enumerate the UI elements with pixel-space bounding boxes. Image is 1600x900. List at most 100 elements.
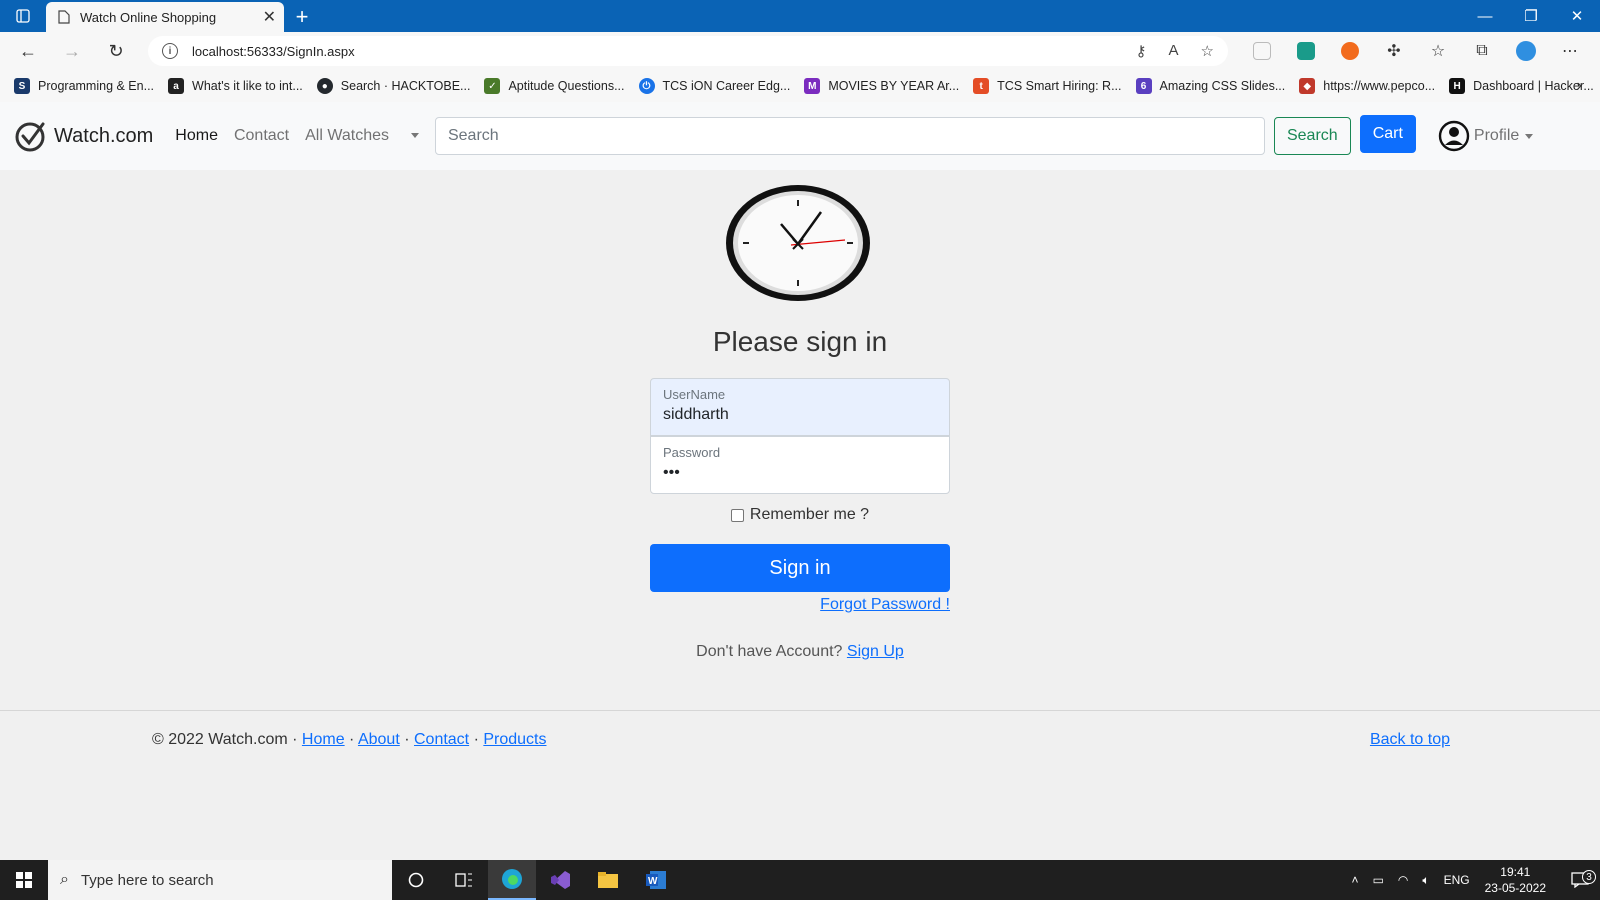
edge-browser-icon[interactable] [488, 860, 536, 900]
task-view-icon[interactable] [440, 860, 488, 900]
clock-date: 23-05-2022 [1484, 881, 1546, 895]
taskbar-apps: W [392, 860, 680, 900]
bookmark-9[interactable]: H Dashboard | Hacker... [1449, 78, 1594, 94]
tab-title: Watch Online Shopping [80, 9, 217, 25]
bookmark-5[interactable]: M MOVIES BY YEAR Ar... [804, 78, 959, 94]
add-favorite-icon[interactable]: ☆ [1201, 42, 1214, 60]
search-button[interactable]: Search [1273, 117, 1351, 155]
wifi-icon[interactable]: ◠ [1398, 873, 1408, 887]
signin-main: Please sign in UserName siddharth Passwo… [0, 170, 1600, 710]
bookmarks-bar: S Programming & En... a What's it like to … [0, 70, 1600, 102]
visual-studio-icon[interactable] [536, 860, 584, 900]
back-to-top-link[interactable]: Back to top [1370, 731, 1450, 749]
clock-time: 19:41 [1500, 865, 1531, 879]
tab-actions-icon[interactable] [0, 0, 46, 32]
read-aloud-icon[interactable]: A [1169, 42, 1179, 60]
notification-count: 3 [1582, 870, 1596, 884]
bookmark-label: Programming & En... [38, 79, 155, 93]
address-bar[interactable]: i localhost:56333/SignIn.aspx ⚷ A ☆ [148, 36, 1228, 66]
bookmark-6[interactable]: t TCS Smart Hiring: R... [973, 78, 1122, 94]
bookmark-4[interactable]: ⏻ TCS iON Career Edg... [638, 78, 790, 94]
bookmark-7[interactable]: 6 Amazing CSS Slides... [1135, 78, 1286, 94]
refresh-button[interactable]: ↻ [94, 33, 138, 69]
bookmark-label: Amazing CSS Slides... [1159, 79, 1286, 93]
chevron-right-icon[interactable]: › [1577, 77, 1582, 95]
settings-more-icon[interactable]: ⋯ [1548, 33, 1592, 69]
back-button[interactable]: ← [6, 33, 50, 69]
word-icon[interactable]: W [632, 860, 680, 900]
nav-home-link[interactable]: Home [175, 127, 218, 145]
extension-3-icon[interactable] [1328, 33, 1372, 69]
bookmark-label: What's it like to int... [192, 79, 303, 93]
password-key-icon[interactable]: ⚷ [1136, 42, 1147, 60]
remember-me-label[interactable]: Remember me ? [750, 506, 869, 524]
signup-prompt: Don't have Account? Sign Up [0, 643, 1600, 661]
windows-start-icon[interactable] [0, 860, 48, 900]
svg-text:W: W [648, 876, 658, 887]
browser-titlebar: Watch Online Shopping ✕ + — ❐ ✕ [0, 0, 1600, 32]
volume-icon[interactable]: 🔈︎ [1422, 873, 1429, 888]
taskbar-search-placeholder: Type here to search [80, 871, 214, 889]
extensions-area: ✣ ☆ ⧉ ⋯ [1240, 33, 1592, 69]
forgot-password-link[interactable]: Forgot Password ! [650, 596, 950, 614]
profile-avatar-icon[interactable] [1504, 33, 1548, 69]
profile-label: Profile [1473, 127, 1520, 144]
minimize-button[interactable]: — [1462, 0, 1508, 32]
battery-icon[interactable]: ▭ [1373, 873, 1384, 887]
language-indicator[interactable]: ENG [1444, 873, 1470, 887]
bookmark-label: MOVIES BY YEAR Ar... [828, 79, 960, 93]
bookmark-0[interactable]: S Programming & En... [14, 78, 154, 94]
system-tray: ˄ ▭ ◠ 🔈︎ ENG 19:41 23-05-2022 3 [1345, 860, 1600, 900]
bookmark-8[interactable]: ◆ https://www.pepco... [1299, 78, 1435, 94]
restore-button[interactable]: ❐ [1508, 0, 1554, 32]
footer-about-link[interactable]: About [358, 731, 400, 748]
caret-down-icon [1525, 133, 1534, 139]
username-field[interactable]: UserName siddharth [650, 378, 950, 436]
footer-products-link[interactable]: Products [483, 731, 546, 748]
taskbar: ⌕ Type here to search W ˄ ▭ ◠ 🔈︎ ENG 19:… [0, 860, 1600, 900]
taskbar-clock[interactable]: 19:41 23-05-2022 [1485, 864, 1546, 896]
username-value[interactable]: siddharth [663, 406, 937, 424]
brand[interactable]: Watch.com [12, 118, 153, 154]
watch-logo-icon [15, 122, 45, 152]
user-circle-icon [1438, 120, 1470, 152]
taskbar-search[interactable]: ⌕ Type here to search [48, 860, 392, 900]
collections-icon[interactable]: ⧉ [1460, 33, 1504, 69]
remember-me-checkbox[interactable] [730, 508, 744, 522]
sign-up-link[interactable]: Sign Up [847, 643, 904, 660]
bookmark-1[interactable]: a What's it like to int... [168, 78, 303, 94]
extension-1-icon[interactable] [1240, 33, 1284, 69]
footer-home-link[interactable]: Home [302, 731, 345, 748]
favorites-icon[interactable]: ☆ [1416, 33, 1460, 69]
close-tab-icon[interactable]: ✕ [263, 7, 276, 27]
nav-contact-link[interactable]: Contact [234, 127, 289, 145]
footer-contact-link[interactable]: Contact [414, 731, 469, 748]
bookmark-label: Dashboard | Hacker... [1473, 79, 1594, 93]
brand-name: Watch.com [54, 124, 154, 147]
browser-tab[interactable]: Watch Online Shopping ✕ [46, 2, 284, 32]
notifications-icon[interactable]: 3 [1560, 870, 1600, 888]
sign-in-button[interactable]: Sign in [650, 544, 950, 592]
password-field[interactable]: Password ••• [650, 436, 950, 494]
extensions-puzzle-icon[interactable]: ✣ [1372, 33, 1416, 69]
profile-dropdown[interactable]: Profile [1438, 120, 1534, 152]
new-tab-button[interactable]: + [284, 2, 320, 32]
password-value[interactable]: ••• [663, 464, 937, 482]
url-text[interactable]: localhost:56333/SignIn.aspx [192, 44, 1136, 59]
forward-button[interactable]: → [50, 33, 94, 69]
close-window-button[interactable]: ✕ [1554, 0, 1600, 32]
file-explorer-icon[interactable] [584, 860, 632, 900]
password-label: Password [663, 445, 721, 460]
site-navbar: Watch.com Home Contact All Watches Searc… [0, 102, 1600, 170]
page-icon [58, 10, 70, 24]
search-input[interactable] [434, 117, 1265, 155]
site-info-icon[interactable]: i [162, 43, 178, 59]
extension-2-icon[interactable] [1284, 33, 1328, 69]
cortana-icon[interactable] [392, 860, 440, 900]
cart-button[interactable]: Cart [1359, 115, 1416, 153]
bookmark-label: https://www.pepco... [1323, 79, 1436, 93]
chevron-up-icon[interactable]: ˄ [1352, 873, 1359, 887]
bookmark-3[interactable]: ✓ Aptitude Questions... [484, 78, 625, 94]
nav-all-watches-dropdown[interactable]: All Watches [305, 127, 419, 145]
bookmark-2[interactable]: ● Search · HACKTOBE... [316, 78, 470, 94]
